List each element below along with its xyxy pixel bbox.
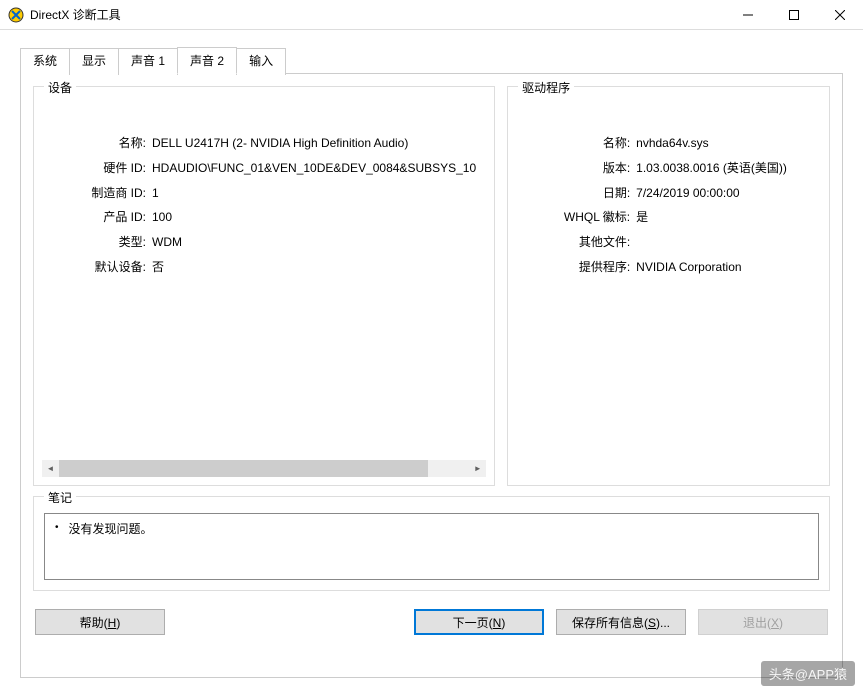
driver-version-value: 1.03.0038.0016 (英语(美国)): [636, 160, 811, 177]
tab-system[interactable]: 系统: [20, 48, 70, 75]
scroll-left-icon[interactable]: ◄: [42, 460, 59, 477]
driver-group-title: 驱动程序: [518, 79, 574, 96]
tab-panel: 设备 名称: DELL U2417H (2- NVIDIA High Defin…: [20, 73, 843, 678]
device-type-label: 类型:: [52, 234, 152, 251]
device-hwid-value: HDAUDIO\FUNC_01&VEN_10DE&DEV_0084&SUBSYS…: [152, 160, 476, 177]
device-mfgid-row: 制造商 ID: 1: [52, 185, 476, 202]
notes-text: 没有发现问题。: [69, 520, 153, 537]
device-group: 设备 名称: DELL U2417H (2- NVIDIA High Defin…: [33, 86, 495, 486]
driver-other-value: [636, 234, 811, 251]
device-type-value: WDM: [152, 234, 476, 251]
driver-date-row: 日期: 7/24/2019 00:00:00: [526, 185, 811, 202]
device-default-value: 否: [152, 259, 476, 276]
window-title: DirectX 诊断工具: [30, 6, 725, 23]
tab-sound2[interactable]: 声音 2: [177, 47, 237, 74]
next-page-button[interactable]: 下一页(N): [414, 609, 544, 635]
device-scrollbar[interactable]: ◄ ►: [42, 460, 486, 477]
driver-date-label: 日期:: [526, 185, 636, 202]
button-row: 帮助(H) 下一页(N) 保存所有信息(S)... 退出(X): [33, 609, 830, 635]
dxdiag-icon: [8, 7, 24, 23]
driver-version-row: 版本: 1.03.0038.0016 (英语(美国)): [526, 160, 811, 177]
maximize-button[interactable]: [771, 0, 817, 30]
driver-version-label: 版本:: [526, 160, 636, 177]
window-controls: [725, 0, 863, 30]
scroll-thumb[interactable]: [59, 460, 428, 477]
driver-name-label: 名称:: [526, 135, 636, 152]
notes-item: • 没有发现问题。: [55, 520, 808, 537]
bullet-icon: •: [55, 520, 59, 536]
driver-provider-value: NVIDIA Corporation: [636, 259, 811, 276]
device-prodid-value: 100: [152, 209, 476, 226]
driver-name-row: 名称: nvhda64v.sys: [526, 135, 811, 152]
scroll-right-icon[interactable]: ►: [469, 460, 486, 477]
exit-button[interactable]: 退出(X): [698, 609, 828, 635]
driver-other-row: 其他文件:: [526, 234, 811, 251]
device-default-label: 默认设备:: [52, 259, 152, 276]
close-button[interactable]: [817, 0, 863, 30]
device-type-row: 类型: WDM: [52, 234, 476, 251]
driver-whql-row: WHQL 徽标: 是: [526, 209, 811, 226]
device-default-row: 默认设备: 否: [52, 259, 476, 276]
device-prodid-label: 产品 ID:: [52, 209, 152, 226]
tab-strip: 系统 显示 声音 1 声音 2 输入: [20, 46, 843, 73]
device-group-title: 设备: [44, 79, 76, 96]
device-name-row: 名称: DELL U2417H (2- NVIDIA High Definiti…: [52, 135, 476, 152]
titlebar: DirectX 诊断工具: [0, 0, 863, 30]
driver-provider-row: 提供程序: NVIDIA Corporation: [526, 259, 811, 276]
device-mfgid-value: 1: [152, 185, 476, 202]
driver-name-value: nvhda64v.sys: [636, 135, 811, 152]
driver-date-value: 7/24/2019 00:00:00: [636, 185, 811, 202]
device-hwid-label: 硬件 ID:: [52, 160, 152, 177]
driver-group: 驱动程序 名称: nvhda64v.sys 版本: 1.03.0038.0016…: [507, 86, 830, 486]
device-name-value: DELL U2417H (2- NVIDIA High Definition A…: [152, 135, 476, 152]
notes-group: 笔记 • 没有发现问题。: [33, 496, 830, 591]
driver-whql-value: 是: [636, 209, 811, 226]
device-hwid-row: 硬件 ID: HDAUDIO\FUNC_01&VEN_10DE&DEV_0084…: [52, 160, 476, 177]
driver-other-label: 其他文件:: [526, 234, 636, 251]
tab-input[interactable]: 输入: [236, 48, 286, 75]
device-name-label: 名称:: [52, 135, 152, 152]
device-mfgid-label: 制造商 ID:: [52, 185, 152, 202]
driver-provider-label: 提供程序:: [526, 259, 636, 276]
notes-box: • 没有发现问题。: [44, 513, 819, 580]
driver-whql-label: WHQL 徽标:: [526, 209, 636, 226]
minimize-button[interactable]: [725, 0, 771, 30]
tab-display[interactable]: 显示: [69, 48, 119, 75]
help-button[interactable]: 帮助(H): [35, 609, 165, 635]
notes-group-title: 笔记: [44, 489, 76, 506]
tab-sound1[interactable]: 声音 1: [118, 48, 178, 75]
save-all-button[interactable]: 保存所有信息(S)...: [556, 609, 686, 635]
device-prodid-row: 产品 ID: 100: [52, 209, 476, 226]
